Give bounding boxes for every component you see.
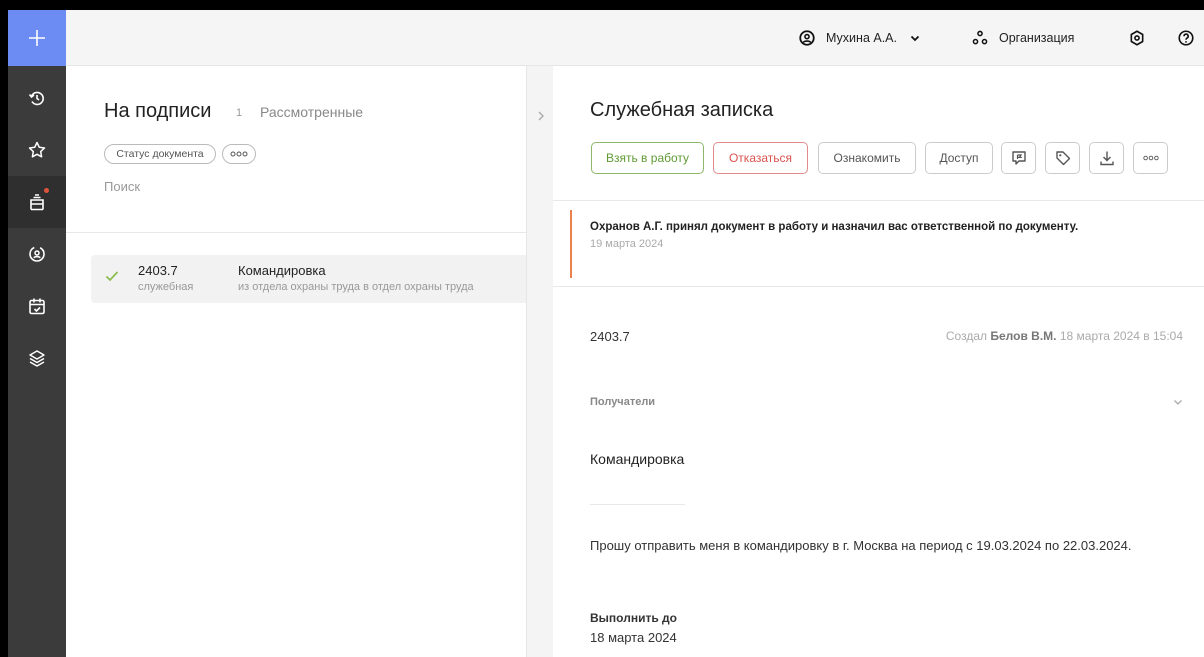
rail-calendar[interactable] xyxy=(8,280,66,332)
document-route: из отдела охраны труда в отдел охраны тр… xyxy=(238,281,474,293)
top-bar: Мухина А.А. Организация xyxy=(66,10,1204,66)
rail-layers[interactable] xyxy=(8,332,66,384)
settings-button[interactable] xyxy=(1128,10,1146,66)
notice-accent-bar xyxy=(570,210,572,278)
document-title: Командировка xyxy=(238,263,326,278)
document-number: 2403.7 xyxy=(590,329,630,344)
chevron-down-icon[interactable] xyxy=(1173,397,1183,407)
comment-icon xyxy=(1011,151,1026,165)
document-detail-pane: Служебная записка Взять в работу Отказат… xyxy=(553,66,1204,657)
comments-button[interactable] xyxy=(1001,142,1036,174)
divider xyxy=(553,200,1204,201)
tag-icon xyxy=(1055,151,1070,166)
download-button[interactable] xyxy=(1089,142,1124,174)
tab-reviewed[interactable]: Рассмотренные xyxy=(260,104,363,120)
document-subject: Командировка xyxy=(590,451,685,467)
history-icon xyxy=(28,91,44,106)
due-label: Выполнить до xyxy=(590,611,677,625)
rail-tasks[interactable] xyxy=(8,228,66,280)
rail-favorites[interactable] xyxy=(8,124,66,176)
created-when: 18 марта 2024 в 15:04 xyxy=(1059,329,1183,343)
divider xyxy=(66,232,526,233)
divider xyxy=(553,286,1204,287)
recipients-label: Получатели xyxy=(590,396,656,408)
chevron-right-icon xyxy=(538,111,544,121)
cycle-user-icon xyxy=(29,246,45,262)
layers-icon xyxy=(29,350,45,367)
more-dots-icon xyxy=(230,151,248,157)
user-menu[interactable]: Мухина А.А. xyxy=(798,10,921,66)
plus-icon xyxy=(29,30,45,46)
count-badge: 1 xyxy=(236,107,243,119)
document-stack-icon xyxy=(30,194,44,211)
more-dots-icon xyxy=(1142,155,1159,161)
notice-date: 19 марта 2024 xyxy=(590,238,664,250)
tag-button[interactable] xyxy=(1045,142,1080,174)
list-item[interactable]: 2403.7 служебная Командировка из отдела … xyxy=(91,255,526,303)
star-icon xyxy=(28,141,46,158)
document-number: 2403.7 xyxy=(138,263,178,278)
document-type: служебная xyxy=(138,281,194,293)
created-author: Белов В.М. xyxy=(990,329,1057,343)
more-filters-chip[interactable] xyxy=(222,144,256,164)
user-circle-icon xyxy=(799,30,815,46)
take-to-work-button[interactable]: Взять в работу xyxy=(591,142,704,174)
acquaint-button[interactable]: Ознакомить xyxy=(818,142,916,174)
user-name: Мухина А.А. xyxy=(826,31,897,45)
chevron-down-icon xyxy=(910,35,920,42)
page-title: Служебная записка xyxy=(590,99,774,121)
help-button[interactable] xyxy=(1177,10,1195,66)
notice-message: Охранов А.Г. принял документ в работу и … xyxy=(590,221,1079,233)
help-icon xyxy=(1178,30,1194,46)
collapse-list-toggle[interactable] xyxy=(526,66,553,657)
divider xyxy=(590,504,685,505)
created-prefix: Создал xyxy=(945,329,988,343)
document-body: Прошу отправить меня в командировку в г.… xyxy=(590,538,1132,553)
more-actions-button[interactable] xyxy=(1133,142,1168,174)
rail-history[interactable] xyxy=(8,72,66,124)
status-filter-chip[interactable]: Статус документа xyxy=(104,144,216,164)
create-button[interactable] xyxy=(8,10,66,66)
check-icon xyxy=(105,271,119,282)
app-window: Мухина А.А. Организация На подписи 1 Рас… xyxy=(8,10,1204,657)
search-input[interactable] xyxy=(104,176,484,196)
document-list-pane: На подписи 1 Рассмотренные Статус докуме… xyxy=(66,66,526,657)
tab-on-signature[interactable]: На подписи xyxy=(104,100,211,123)
settings-icon xyxy=(1130,30,1144,46)
organization-label: Организация xyxy=(999,31,1075,45)
access-button[interactable]: Доступ xyxy=(925,142,993,174)
created-info: Создал Белов В.М. 18 марта 2024 в 15:04 xyxy=(946,329,1183,343)
notification-dot xyxy=(44,188,49,193)
organization-icon xyxy=(972,30,988,45)
organization-menu[interactable]: Организация xyxy=(971,10,1074,66)
refuse-button[interactable]: Отказаться xyxy=(713,142,808,174)
download-icon xyxy=(1099,151,1114,166)
nav-rail xyxy=(8,10,66,657)
calendar-icon xyxy=(29,298,45,315)
due-date: 18 марта 2024 xyxy=(590,630,677,645)
rail-inbox[interactable] xyxy=(8,176,66,228)
